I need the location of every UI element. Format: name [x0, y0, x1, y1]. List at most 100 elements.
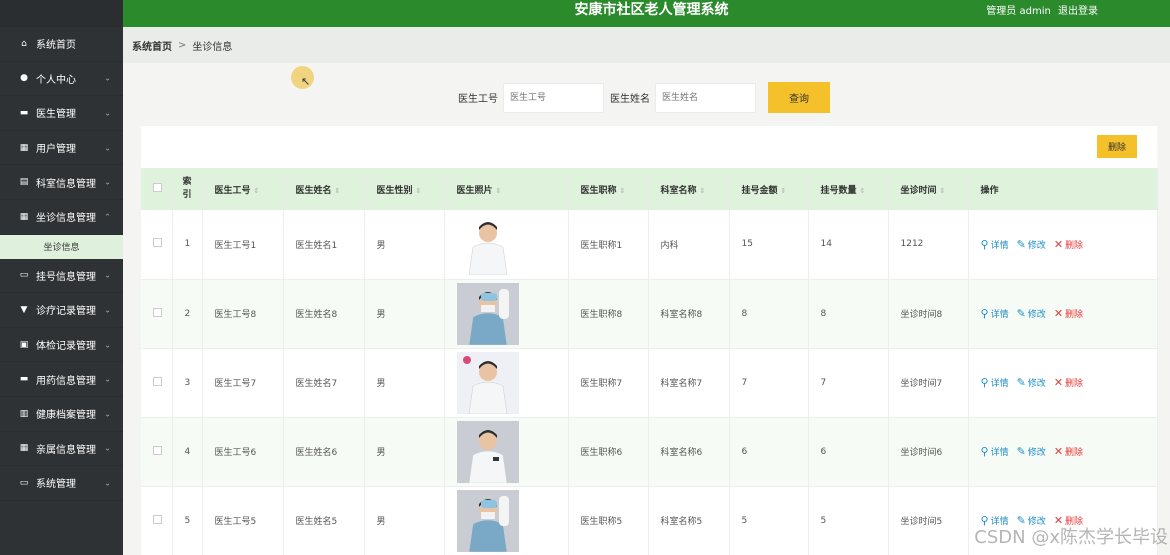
batch-delete-button[interactable]: 删除	[1097, 135, 1137, 158]
row-select-cell[interactable]	[141, 348, 173, 418]
sidebar-item-label: 用药信息管理	[36, 375, 96, 387]
row-checkbox[interactable]	[153, 238, 162, 248]
sidebar-item-0[interactable]: ⌂ 系统首页	[0, 27, 123, 62]
sort-icon[interactable]: ⇕	[860, 187, 866, 195]
doctor-name-label: 医生姓名	[610, 94, 650, 105]
col-title-label: 医生职称	[580, 185, 617, 196]
col-doctor-name[interactable]: 医生姓名 ⇕	[283, 168, 365, 210]
delete-button[interactable]: ✕ 删除	[1054, 307, 1083, 320]
sidebar-item-11[interactable]: ▦ 亲属信息管理 ⌄	[0, 432, 123, 467]
cell-fee: 6	[729, 417, 809, 487]
col-time[interactable]: 坐诊时间 ⇕	[888, 168, 969, 210]
chevron-down-icon: ⌄	[104, 270, 111, 280]
sidebar-item-9[interactable]: ▬ 用药信息管理 ⌄	[0, 362, 123, 397]
sort-icon[interactable]: ⇕	[620, 187, 626, 195]
delete-button[interactable]: ✕ 删除	[1054, 445, 1083, 458]
sort-icon[interactable]: ⇕	[781, 187, 787, 195]
chevron-down-icon: ⌄	[104, 305, 111, 315]
col-index-line1: 索	[182, 177, 192, 187]
cell-title: 医生职称7	[568, 348, 649, 418]
sidebar-item-7[interactable]: ▼ 诊疗记录管理 ⌄	[0, 293, 123, 328]
sidebar-item-5[interactable]: ▦ 坐诊信息管理 ⌃	[0, 200, 123, 235]
row-select-cell[interactable]	[141, 417, 173, 487]
grid-icon: ▦	[19, 443, 29, 454]
doctor-name-input[interactable]	[655, 82, 756, 113]
chart-icon: ▥	[19, 408, 29, 419]
cell-dept: 科室名称5	[648, 486, 730, 555]
sort-icon[interactable]: ⇕	[416, 187, 422, 195]
col-gender[interactable]: 医生性别 ⇕	[364, 168, 445, 210]
delete-button[interactable]: ✕ 删除	[1054, 238, 1083, 251]
sidebar-item-3[interactable]: ▦ 用户管理 ⌄	[0, 131, 123, 166]
sort-icon[interactable]: ⇕	[335, 187, 341, 195]
detail-button[interactable]: ⚲ 详情	[981, 376, 1009, 389]
watermark-text: CSDN @x陈杰学长毕设	[974, 527, 1168, 548]
row-select-cell[interactable]	[141, 279, 173, 349]
doctor-no-input[interactable]	[503, 82, 604, 113]
sort-icon[interactable]: ⇕	[254, 187, 260, 195]
submenu-item-clinic-info[interactable]: 坐诊信息	[0, 234, 123, 259]
detail-button[interactable]: ⚲ 详情	[981, 307, 1009, 320]
cell-actions: ⚲ 详情 ✎ 修改 ✕ 删除	[968, 210, 1158, 280]
row-checkbox[interactable]	[153, 307, 162, 317]
sidebar-top	[0, 0, 123, 27]
row-select-cell[interactable]	[141, 210, 173, 280]
query-button[interactable]: 查询	[768, 82, 830, 113]
detail-button[interactable]: ⚲ 详情	[981, 238, 1009, 251]
col-count[interactable]: 挂号数量 ⇕	[808, 168, 889, 210]
doctor-photo	[456, 213, 519, 276]
edit-button[interactable]: ✎ 修改	[1017, 376, 1046, 389]
col-title[interactable]: 医生职称 ⇕	[568, 168, 649, 210]
pencil-icon: ✎	[1016, 237, 1026, 251]
breadcrumb-home[interactable]: 系统首页	[132, 38, 172, 53]
sort-icon[interactable]: ⇕	[940, 187, 946, 195]
edit-button[interactable]: ✎ 修改	[1017, 445, 1046, 458]
cell-gender: 男	[364, 279, 445, 349]
sidebar-item-8[interactable]: ▣ 体检记录管理 ⌄	[0, 328, 123, 363]
sidebar-item-4[interactable]: ▤ 科室信息管理 ⌄	[0, 165, 123, 200]
cell-fee: 5	[729, 486, 809, 555]
row-checkbox[interactable]	[153, 514, 162, 524]
detail-button[interactable]: ⚲ 详情	[981, 445, 1009, 458]
logout-link[interactable]: 退出登录	[1058, 6, 1098, 17]
sidebar-item-label: 体检记录管理	[36, 341, 96, 353]
sort-icon[interactable]: ⇕	[496, 187, 502, 195]
header-user-area: 管理员 admin 退出登录	[982, 2, 1098, 17]
chevron-down-icon: ⌄	[104, 478, 111, 488]
select-all-header[interactable]	[141, 168, 173, 210]
row-checkbox[interactable]	[153, 376, 162, 386]
search-icon: ⚲	[980, 445, 989, 458]
sidebar-item-10[interactable]: ▥ 健康档案管理 ⌄	[0, 397, 123, 432]
doctor-photo	[456, 351, 519, 414]
grid-icon: ▦	[19, 211, 29, 222]
sidebar-item-6[interactable]: ▭ 挂号信息管理 ⌄	[0, 259, 123, 294]
edit-button[interactable]: ✎ 修改	[1017, 238, 1046, 251]
select-all-checkbox[interactable]	[153, 183, 162, 192]
sidebar-item-label: 系统管理	[36, 479, 76, 491]
cell-title: 医生职称8	[568, 279, 649, 349]
col-photo[interactable]: 医生照片 ⇕	[444, 168, 569, 210]
delete-button[interactable]: ✕ 删除	[1054, 376, 1083, 389]
col-fee[interactable]: 挂号金额 ⇕	[729, 168, 809, 210]
edit-label: 修改	[1027, 448, 1046, 458]
sidebar-item-12[interactable]: ▭ 系统管理 ⌄	[0, 466, 123, 501]
cell-dept: 科室名称7	[648, 348, 730, 418]
edit-button[interactable]: ✎ 修改	[1017, 307, 1046, 320]
row-select-cell[interactable]	[141, 486, 173, 555]
detail-label: 详情	[990, 310, 1009, 320]
cell-dept: 内科	[648, 210, 730, 280]
sidebar-item-2[interactable]: ▬ 医生管理 ⌄	[0, 96, 123, 131]
col-count-label: 挂号数量	[820, 185, 857, 196]
cell-index: 5	[172, 486, 203, 555]
sidebar-item-1[interactable]: ● 个人中心 ⌄	[0, 62, 123, 97]
sort-icon[interactable]: ⇕	[700, 187, 706, 195]
col-dept[interactable]: 科室名称 ⇕	[648, 168, 730, 210]
row-checkbox[interactable]	[153, 445, 162, 455]
chevron-down-icon: ⌄	[104, 73, 111, 83]
col-doctor-no[interactable]: 医生工号 ⇕	[202, 168, 284, 210]
cell-gender: 男	[364, 417, 445, 487]
pill-icon: ▬	[19, 374, 29, 385]
user-icon: ●	[20, 73, 28, 84]
main-content: ↖ 医生工号 医生姓名 查询 删除 索引 医生工号⇕ 医生姓名⇕ 医生性别⇕ 医…	[123, 63, 1170, 555]
cell-count: 5	[808, 486, 889, 555]
